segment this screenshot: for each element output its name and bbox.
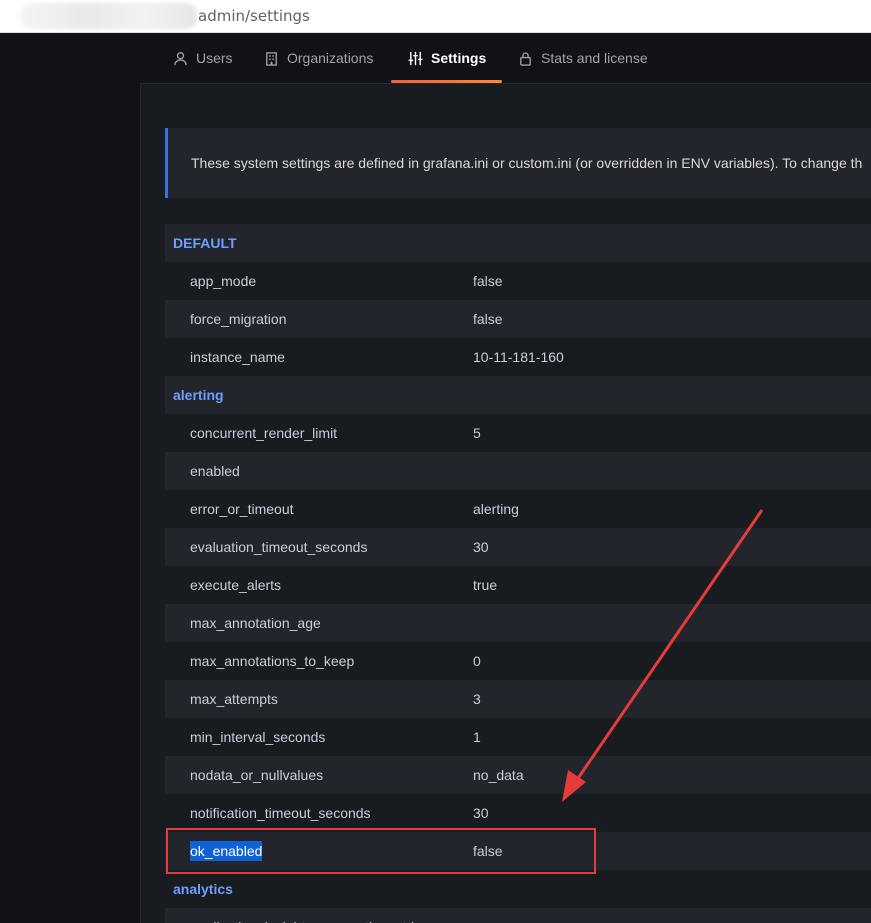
blurred-host	[20, 3, 198, 29]
table-row: enabled	[165, 452, 871, 490]
sliders-icon	[407, 50, 423, 66]
user-icon	[172, 50, 188, 66]
settings-panel: These system settings are defined in gra…	[140, 83, 871, 923]
table-row: execute_alerts true	[190, 577, 498, 593]
building-icon	[263, 50, 279, 66]
section-header: alerting	[165, 376, 871, 414]
table-row: force_migration false	[165, 300, 871, 338]
left-nav	[0, 33, 140, 923]
info-banner: These system settings are defined in gra…	[165, 128, 871, 198]
table-row: instance_name 10-11-181-160	[190, 349, 564, 365]
table-row: max_attempts 3	[165, 680, 871, 718]
table-row: concurrent_render_limit 5	[190, 425, 481, 441]
table-row: min_interval_seconds 1	[190, 729, 481, 745]
section-header: DEFAULT	[165, 224, 871, 262]
tab-label: Settings	[431, 50, 487, 66]
admin-tabs: Users Organizations Settings Stats and l…	[140, 33, 871, 83]
table-row: app_mode false	[190, 273, 503, 289]
lock-icon	[517, 50, 533, 66]
table-row-ok-enabled: ok_enabled false	[165, 832, 871, 870]
section-header: analytics	[173, 881, 233, 897]
tab-settings[interactable]: Settings	[390, 33, 503, 83]
tab-label: Organizations	[287, 50, 374, 66]
table-row: notification_timeout_seconds 30	[190, 805, 489, 821]
table-row: max_annotations_to_keep 0	[190, 653, 481, 669]
table-row: evaluation_timeout_seconds 30	[165, 528, 871, 566]
settings-table: DEFAULT app_mode false force_migration fal…	[165, 224, 871, 923]
info-text: These system settings are defined in gra…	[191, 155, 863, 171]
tab-organizations[interactable]: Organizations	[263, 33, 373, 83]
tab-label: Users	[196, 50, 233, 66]
tab-label: Stats and license	[541, 50, 648, 66]
selected-text: ok_enabled	[190, 841, 263, 861]
table-row: nodata_or_nullvalues no_data	[165, 756, 871, 794]
tab-stats-and-license[interactable]: Stats and license	[517, 33, 648, 83]
table-row: max_annotation_age	[165, 604, 871, 642]
url-text: admin/settings	[198, 7, 310, 25]
tab-users[interactable]: Users	[172, 33, 233, 83]
table-row: error_or_timeout alerting	[190, 501, 519, 517]
table-row: application_insights_connection_string	[165, 908, 871, 923]
browser-address-bar[interactable]: admin/settings	[0, 0, 871, 33]
